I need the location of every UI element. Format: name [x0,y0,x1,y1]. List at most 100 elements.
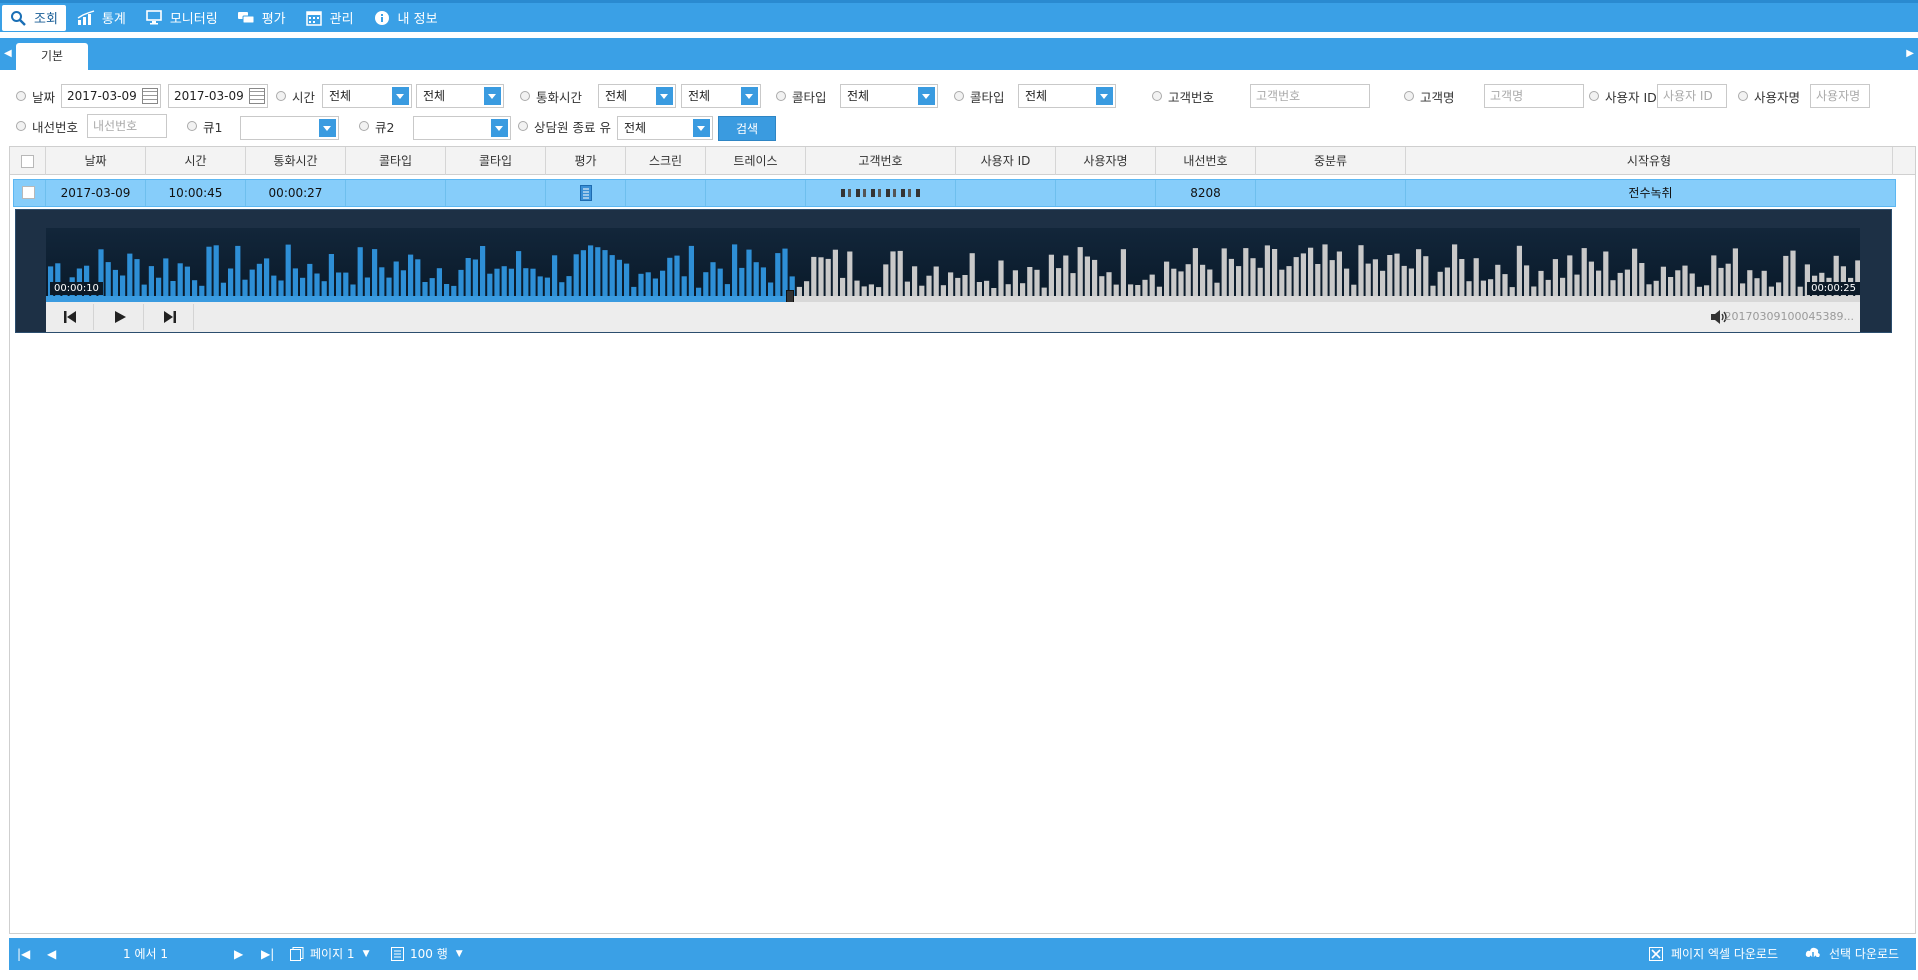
calltype2-filter[interactable]: 콜타입 [954,84,1005,108]
queue1-filter[interactable]: 큐1 [187,114,222,138]
menu-search[interactable]: 조회 [2,4,66,31]
user-id-radio[interactable] [1589,91,1599,101]
calendar-icon[interactable] [142,88,158,104]
customer-no-filter[interactable]: 고객번호 [1152,84,1214,108]
queue2-select[interactable] [413,116,511,140]
search-button[interactable]: 검색 [718,116,776,141]
page-selector[interactable]: 페이지 1 ▼ [290,938,370,970]
customer-no-input[interactable]: 고객번호 [1250,84,1370,108]
column-header[interactable]: 사용자명 [1056,147,1156,175]
menu-statistics[interactable]: 통계 [70,5,134,31]
play-button[interactable] [96,304,144,330]
row-checkbox[interactable] [22,186,35,199]
waveform-bar [1646,284,1652,296]
previous-page-icon[interactable]: ◀ [47,938,56,970]
date-to-field[interactable]: 2017-03-09 [168,84,268,108]
selected-download-button[interactable]: 선택 다운로드 [1805,938,1899,970]
chevron-down-icon[interactable] [693,119,710,137]
duration-to-select[interactable]: 전체 [681,84,761,108]
column-header[interactable]: 사용자 ID [956,147,1056,175]
customer-name-input[interactable]: 고객명 [1484,84,1584,108]
end-type-select[interactable]: 전체 [617,116,713,140]
time-to-select[interactable]: 전체 [416,84,504,108]
last-page-icon[interactable]: ▶| [261,938,274,970]
calltype2-select[interactable]: 전체 [1018,84,1116,108]
document-icon[interactable] [579,185,592,201]
calendar-icon[interactable] [249,88,265,104]
chevron-down-icon[interactable] [319,119,336,137]
menu-monitoring[interactable]: 모니터링 [138,5,226,31]
tab-basic[interactable]: 기본 [16,43,88,70]
chevron-down-icon[interactable] [484,87,501,105]
rows-selector[interactable]: 100 행 ▼ [391,938,463,970]
chevron-down-icon[interactable] [741,87,758,105]
user-name-radio[interactable] [1738,91,1748,101]
duration-filter[interactable]: 통화시간 [520,84,582,108]
chevron-down-icon[interactable] [918,87,935,105]
page-label: 페이지 1 [310,947,355,961]
tab-scroll-left-icon[interactable]: ◀ [4,48,12,59]
menu-evaluation[interactable]: 평가 [230,5,294,31]
calltype1-select[interactable]: 전체 [840,84,938,108]
time-from-select[interactable]: 전체 [322,84,412,108]
column-header[interactable]: 스크린 [626,147,706,175]
chevron-down-icon[interactable] [392,87,409,105]
extension-radio[interactable] [16,121,26,131]
tab-scroll-right-icon[interactable]: ▶ [1906,48,1914,59]
excel-download-label: 페이지 엑셀 다운로드 [1671,947,1778,961]
column-header[interactable]: 날짜 [46,147,146,175]
date-radio[interactable] [16,91,26,101]
table-row[interactable]: 2017-03-09 10:00:45 00:00:27 8208 전수녹취 [13,179,1896,207]
column-header[interactable]: 시간 [146,147,246,175]
first-page-icon[interactable]: |◀ [17,938,30,970]
column-header[interactable]: 평가 [546,147,626,175]
skip-back-button[interactable] [46,304,94,330]
calltype2-radio[interactable] [954,91,964,101]
time-radio[interactable] [276,91,286,101]
user-name-filter[interactable]: 사용자명 [1738,84,1800,108]
column-header[interactable]: 트레이스 [706,147,806,175]
menu-my-info[interactable]: 내 정보 [366,5,446,31]
select-all-checkbox[interactable] [21,155,34,168]
waveform-bar [1027,267,1033,296]
queue2-filter[interactable]: 큐2 [359,114,394,138]
duration-radio[interactable] [520,91,530,101]
column-header[interactable]: 중분류 [1256,147,1406,175]
chevron-down-icon[interactable] [656,87,673,105]
calltype1-radio[interactable] [776,91,786,101]
user-id-filter[interactable]: 사용자 ID [1589,84,1657,108]
chevron-down-icon[interactable] [1096,87,1113,105]
end-type-filter[interactable]: 상담원 종료 유 [518,114,611,138]
time-filter[interactable]: 시간 [276,84,315,108]
queue2-radio[interactable] [359,121,369,131]
waveform-bar [278,280,284,296]
calltype1-filter[interactable]: 콜타입 [776,84,827,108]
waveform-bar [1250,258,1256,296]
waveform[interactable]: 00:00:10 00:00:25 [46,228,1860,296]
skip-forward-button[interactable] [146,304,194,330]
extension-filter[interactable]: 내선번호 [16,114,78,138]
end-type-radio[interactable] [518,121,528,131]
date-from-field[interactable]: 2017-03-09 [61,84,161,108]
customer-name-radio[interactable] [1404,91,1414,101]
queue1-radio[interactable] [187,121,197,131]
extension-input[interactable]: 내선번호 [87,114,167,138]
date-filter[interactable]: 날짜 [16,84,55,108]
column-header[interactable]: 콜타입 [446,147,546,175]
column-header[interactable]: 내선번호 [1156,147,1256,175]
column-header[interactable]: 시작유형 [1406,147,1893,175]
user-name-input[interactable]: 사용자명 [1810,84,1870,108]
customer-name-filter[interactable]: 고객명 [1404,84,1455,108]
customer-no-radio[interactable] [1152,91,1162,101]
column-header[interactable]: 콜타입 [346,147,446,175]
user-id-input[interactable]: 사용자 ID [1657,84,1727,108]
queue1-select[interactable] [240,116,339,140]
menu-management[interactable]: 관리 [298,5,362,31]
column-header[interactable]: 통화시간 [246,147,346,175]
duration-from-select[interactable]: 전체 [598,84,676,108]
excel-download-button[interactable]: 페이지 엑셀 다운로드 [1649,938,1778,970]
column-header[interactable]: 고객번호 [806,147,956,175]
waveform-bar [796,286,802,296]
chevron-down-icon[interactable] [491,119,508,137]
next-page-icon[interactable]: ▶ [234,938,243,970]
